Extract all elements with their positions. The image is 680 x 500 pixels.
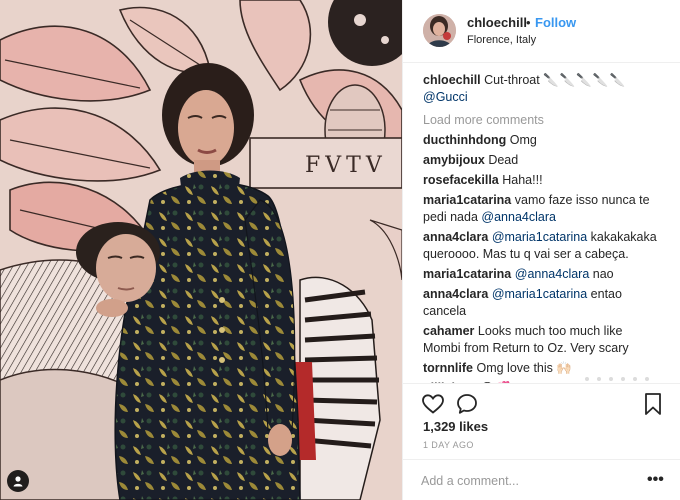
comment-mention[interactable]: @anna4clara [481,210,556,224]
comment-username[interactable]: tornnlife [423,361,473,375]
comments-list: chloechill Cut-throat 🔪🔪🔪🔪🔪 @Gucci Load … [423,72,663,400]
user-tag-icon[interactable] [7,470,29,492]
speech-bubble-icon[interactable] [455,392,479,416]
knife-emoji: 🔪🔪🔪🔪🔪 [543,73,627,87]
comment-item: anna4clara @maria1catarina entao cancela [423,286,663,320]
post-header: chloechill • Follow Florence, Italy [403,0,680,63]
comment-username[interactable]: anna4clara [423,287,488,301]
comment-item: tornnlife Omg love this 🙌🏻 [423,360,663,377]
post-timestamp: 1 DAY AGO [423,440,474,450]
bookmark-icon[interactable] [643,392,663,416]
comment-item: ducthinhdong Omg [423,132,663,149]
comment-username[interactable]: ducthinhdong [423,133,506,147]
caption-mention[interactable]: @Gucci [423,90,468,104]
comment-username[interactable]: cahamer [423,324,474,338]
scroll-fade-indicator [585,377,649,381]
avatar[interactable] [423,14,456,47]
comment-text: Omg love this [476,361,553,375]
comment-text: Dead [488,153,519,167]
caption-username[interactable]: chloechill [423,73,481,87]
likes-count[interactable]: 1,329 likes [423,419,488,434]
follow-button[interactable]: Follow [535,15,576,30]
heart-outline-icon[interactable] [421,392,445,416]
mural-lettering: FVTV [305,153,387,178]
more-options-button[interactable]: ••• [647,471,664,489]
comment-mention[interactable]: @maria1catarina [492,230,587,244]
comment-username[interactable]: amybijoux [423,153,485,167]
comment-text: nao [592,267,614,281]
comment-item: rosefacekilla Haha!!! [423,172,663,189]
add-comment-bar: ••• [403,459,680,500]
comment-input[interactable] [421,472,621,490]
comment-item: maria1catarina @anna4clara nao [423,266,663,283]
comment-username[interactable]: anna4clara [423,230,488,244]
raised-hands-emoji: 🙌🏻 [556,361,572,375]
comment-item: anna4clara @maria1catarina kakakakaka qu… [423,229,663,263]
comment-mention[interactable]: @anna4clara [515,267,590,281]
comment-item: maria1catarina vamo faze isso nunca te p… [423,192,663,226]
comment-item: cahamer Looks much too much like Mombi f… [423,323,663,357]
comment-username[interactable]: rosefacekilla [423,173,499,187]
post-sidebar: chloechill • Follow Florence, Italy chlo… [402,0,680,500]
comment-username[interactable]: maria1catarina [423,267,511,281]
comment-text: Omg [509,133,537,147]
comment-username[interactable]: maria1catarina [423,193,511,207]
location-link[interactable]: Florence, Italy [467,34,536,46]
header-username[interactable]: chloechill [467,15,527,30]
load-more-comments-button[interactable]: Load more comments [423,113,663,127]
separator-dot: • [526,15,531,30]
comment-text: Haha!!! [502,173,543,187]
post-image: FVTV [0,0,402,500]
post-photo[interactable]: FVTV [0,0,402,500]
comment-item: amybijoux Dead [423,152,663,169]
post-caption: chloechill Cut-throat 🔪🔪🔪🔪🔪 @Gucci [423,72,663,106]
comment-mention[interactable]: @maria1catarina [492,287,587,301]
caption-text: Cut-throat [484,73,540,87]
post-actions: 1,329 likes 1 DAY AGO ••• [403,383,680,500]
